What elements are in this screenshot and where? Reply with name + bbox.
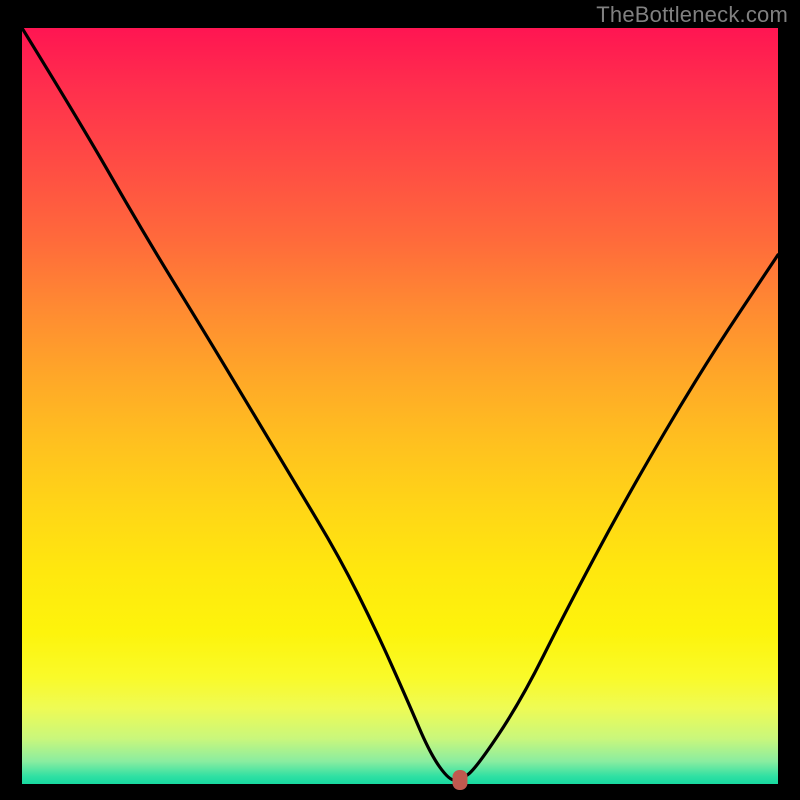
bottleneck-curve xyxy=(22,28,778,780)
chart-frame: TheBottleneck.com xyxy=(0,0,800,800)
curve-svg xyxy=(22,28,778,784)
attribution-text: TheBottleneck.com xyxy=(596,2,788,28)
plot-area xyxy=(22,28,778,784)
optimum-marker xyxy=(453,770,468,790)
